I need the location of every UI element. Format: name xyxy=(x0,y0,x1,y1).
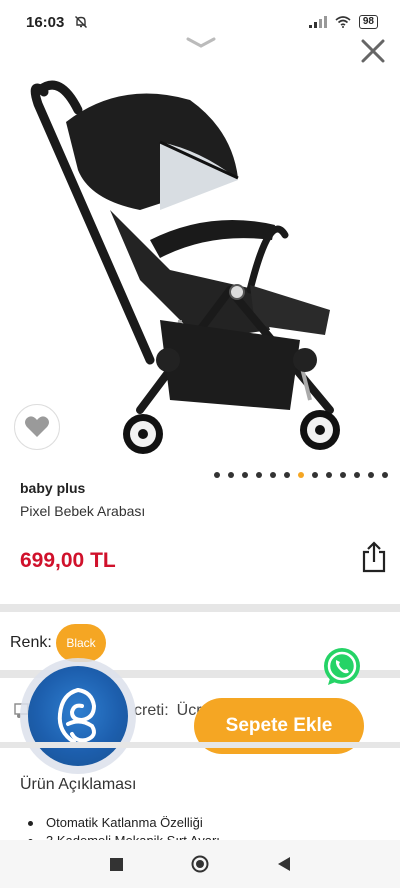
gallery-dot[interactable] xyxy=(228,472,234,478)
gallery-dot[interactable] xyxy=(326,472,332,478)
back-button[interactable] xyxy=(275,855,293,873)
whatsapp-icon[interactable] xyxy=(320,645,364,689)
signal-icon xyxy=(308,16,327,28)
home-button[interactable] xyxy=(191,855,209,873)
gallery-dot[interactable] xyxy=(382,472,388,478)
feature-item: Otomatik Katlanma Özelliği xyxy=(28,814,220,832)
battery-icon: 98 xyxy=(358,15,378,29)
assistant-chat-button[interactable] xyxy=(28,666,128,766)
gallery-pagination xyxy=(214,472,388,478)
gallery-dot[interactable] xyxy=(284,472,290,478)
gallery-dot[interactable] xyxy=(354,472,360,478)
heart-icon xyxy=(25,416,49,437)
description-title: Ürün Açıklaması xyxy=(20,776,137,793)
chevron-down-icon[interactable] xyxy=(186,36,216,50)
wifi-icon xyxy=(335,16,351,28)
product-image[interactable] xyxy=(0,60,400,460)
section-divider xyxy=(0,742,400,748)
gallery-dot[interactable] xyxy=(270,472,276,478)
product-name: Pixel Bebek Arabası xyxy=(20,503,146,519)
status-time: 16:03 xyxy=(26,13,65,31)
gallery-dot[interactable] xyxy=(312,472,318,478)
gallery-dot-active[interactable] xyxy=(298,472,304,478)
favorite-button[interactable] xyxy=(14,404,60,450)
gallery-dot[interactable] xyxy=(256,472,262,478)
feature-list: Otomatik Katlanma Özelliği 3 Kademeli Me… xyxy=(28,814,220,842)
assistant-logo-icon xyxy=(57,688,97,744)
product-brand[interactable]: baby plus xyxy=(20,480,85,496)
circle-icon xyxy=(191,855,209,873)
color-option-chip[interactable]: Black xyxy=(56,624,106,662)
color-label: Renk: xyxy=(10,634,52,651)
gallery-dot[interactable] xyxy=(368,472,374,478)
gallery-dot[interactable] xyxy=(242,472,248,478)
square-icon xyxy=(109,857,123,871)
gallery-dot[interactable] xyxy=(340,472,346,478)
gallery-dot[interactable] xyxy=(214,472,220,478)
section-divider xyxy=(0,604,400,612)
share-icon[interactable] xyxy=(360,540,388,574)
triangle-back-icon xyxy=(278,857,290,871)
system-nav-bar xyxy=(0,840,400,888)
recent-apps-button[interactable] xyxy=(107,855,125,873)
bell-off-icon xyxy=(75,16,88,28)
shipping-label: creti: xyxy=(134,702,169,719)
product-price: 699,00 TL xyxy=(20,549,116,572)
